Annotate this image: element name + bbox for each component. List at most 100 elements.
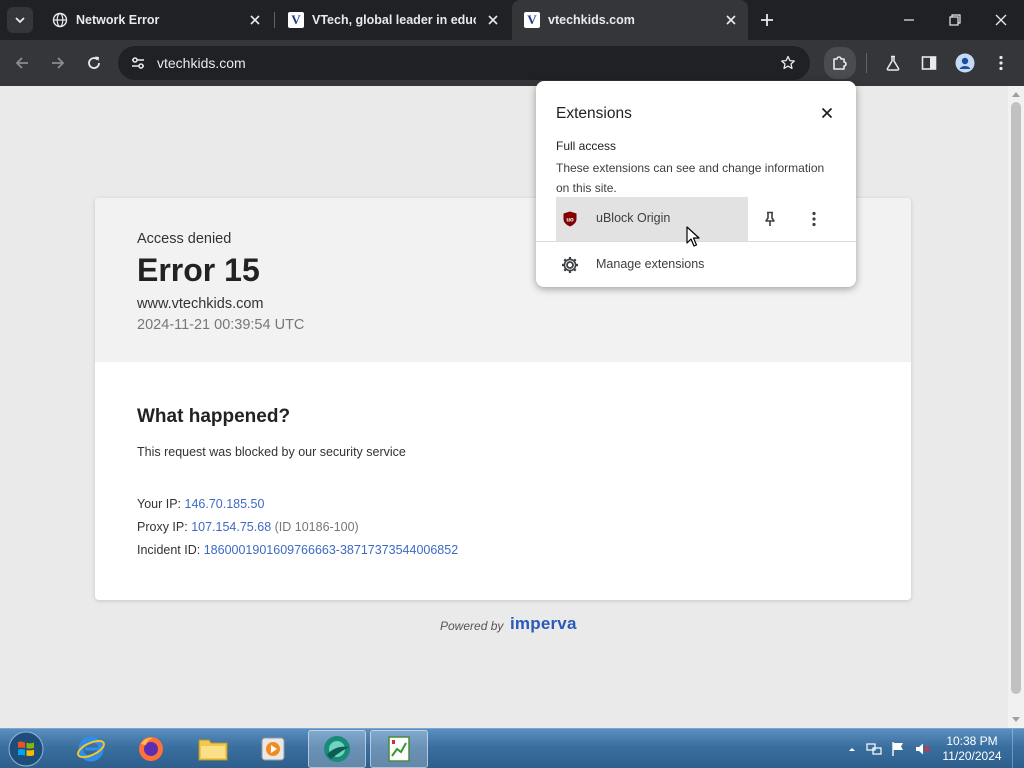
restore-icon bbox=[949, 14, 961, 26]
what-happened-heading: What happened? bbox=[137, 406, 291, 427]
chevron-up-icon bbox=[849, 748, 855, 751]
extensions-popup-title: Extensions bbox=[556, 105, 632, 122]
taskbar-spreadsheet-app[interactable] bbox=[370, 730, 428, 768]
close-tab-icon[interactable] bbox=[246, 11, 264, 29]
back-button[interactable] bbox=[9, 50, 35, 76]
minimize-button[interactable] bbox=[897, 8, 921, 32]
timestamp: 2024-11-21 00:39:54 UTC bbox=[137, 317, 305, 333]
reload-button[interactable] bbox=[81, 50, 107, 76]
proxy-id: (ID 10186-100) bbox=[274, 520, 359, 534]
show-hidden-icons-button[interactable] bbox=[844, 741, 860, 757]
profile-button[interactable] bbox=[952, 50, 978, 76]
tab-network-error[interactable]: Network Error bbox=[40, 0, 272, 40]
extension-item-ublock-origin[interactable]: uo uBlock Origin bbox=[556, 197, 748, 241]
your-ip-row: Your IP: 146.70.185.50 bbox=[137, 497, 264, 511]
close-tab-icon[interactable] bbox=[484, 11, 502, 29]
avatar-icon bbox=[955, 53, 975, 73]
proxy-ip-value: 107.154.75.68 bbox=[191, 520, 272, 534]
pin-icon bbox=[765, 211, 775, 226]
pin-extension-button[interactable] bbox=[758, 207, 782, 231]
page-viewport: Access denied Error 15 www.vtechkids.com… bbox=[0, 86, 1008, 728]
proxy-ip-row: Proxy IP: 107.154.75.68 (ID 10186-100) bbox=[137, 520, 359, 534]
manage-extensions-link[interactable]: Manage extensions bbox=[596, 257, 704, 271]
speaker-muted-icon bbox=[916, 743, 930, 755]
url-text[interactable]: vtechkids.com bbox=[157, 55, 246, 71]
start-button[interactable] bbox=[6, 730, 46, 768]
tab-separator bbox=[274, 12, 275, 28]
restore-button[interactable] bbox=[943, 8, 967, 32]
toolbar-separator bbox=[866, 53, 867, 73]
chevron-down-icon bbox=[15, 17, 25, 24]
forward-button[interactable] bbox=[45, 50, 71, 76]
incident-id-row: Incident ID: 1860001901609766663-3871737… bbox=[137, 543, 458, 557]
browser-app-icon bbox=[324, 736, 350, 762]
clock-time: 10:38 PM bbox=[946, 734, 998, 748]
flag-icon bbox=[892, 742, 903, 756]
taskbar-media-player[interactable] bbox=[244, 730, 302, 768]
extension-name: uBlock Origin bbox=[596, 211, 671, 225]
media-player-icon bbox=[261, 737, 285, 761]
minimize-icon bbox=[904, 19, 914, 21]
extension-more-button[interactable] bbox=[802, 207, 826, 231]
tab-vtech-global[interactable]: V VTech, global leader in educati bbox=[276, 0, 510, 40]
access-denied-label: Access denied bbox=[137, 231, 232, 247]
svg-text:uo: uo bbox=[566, 218, 574, 224]
taskbar-file-explorer[interactable] bbox=[184, 730, 242, 768]
puzzle-icon bbox=[833, 56, 847, 70]
tray-action-center[interactable] bbox=[890, 741, 906, 757]
tab-vtechkids[interactable]: V vtechkids.com bbox=[512, 0, 748, 40]
windows-taskbar: 10:38 PM 11/20/2024 bbox=[0, 728, 1024, 768]
internet-explorer-icon bbox=[77, 736, 105, 762]
mouse-cursor-icon bbox=[686, 226, 700, 247]
windows-logo-icon bbox=[8, 731, 44, 767]
tab-search-button[interactable] bbox=[7, 7, 33, 33]
new-tab-button[interactable] bbox=[757, 10, 777, 30]
powered-by-label: Powered by bbox=[440, 619, 504, 633]
taskbar-firefox[interactable] bbox=[122, 730, 180, 768]
site-info-icon[interactable] bbox=[126, 51, 150, 75]
close-tab-icon[interactable] bbox=[722, 11, 740, 29]
vtech-icon: V bbox=[288, 12, 304, 28]
scroll-thumb[interactable] bbox=[1011, 102, 1021, 694]
scroll-down-arrow[interactable] bbox=[1012, 717, 1020, 722]
proxy-ip-label: Proxy IP: bbox=[137, 520, 188, 534]
tray-network[interactable] bbox=[866, 741, 882, 757]
tray-volume[interactable] bbox=[914, 741, 930, 757]
clock-date: 11/20/2024 bbox=[942, 749, 1002, 763]
tab-title: VTech, global leader in educati bbox=[312, 13, 476, 27]
menu-button[interactable] bbox=[988, 50, 1014, 76]
incident-id-value: 1860001901609766663-38717373544006852 bbox=[203, 543, 459, 557]
labs-button[interactable] bbox=[880, 50, 906, 76]
folder-icon bbox=[198, 739, 228, 761]
extensions-button[interactable] bbox=[824, 47, 856, 79]
side-panel-button[interactable] bbox=[916, 50, 942, 76]
bookmark-star-button[interactable] bbox=[776, 51, 800, 75]
tab-strip: Network Error V VTech, global leader in … bbox=[0, 0, 1024, 40]
page-scrollbar[interactable] bbox=[1008, 86, 1024, 728]
star-icon bbox=[781, 55, 795, 70]
system-clock[interactable]: 10:38 PM 11/20/2024 bbox=[940, 734, 1004, 764]
show-desktop-button[interactable] bbox=[1012, 729, 1024, 768]
firefox-icon bbox=[139, 737, 163, 761]
plus-icon bbox=[761, 14, 773, 26]
error-title: Error 15 bbox=[137, 252, 260, 288]
tab-title: vtechkids.com bbox=[548, 13, 635, 27]
reload-icon bbox=[88, 56, 100, 69]
site-domain: www.vtechkids.com bbox=[137, 296, 264, 312]
full-access-description: These extensions can see and change info… bbox=[556, 161, 825, 195]
close-icon bbox=[995, 14, 1007, 26]
taskbar-internet-explorer[interactable] bbox=[62, 730, 120, 768]
vtech-icon: V bbox=[524, 12, 540, 28]
your-ip-label: Your IP: bbox=[137, 497, 182, 511]
side-panel-icon bbox=[921, 56, 937, 70]
arrow-right-icon bbox=[52, 57, 65, 69]
extensions-close-button[interactable] bbox=[816, 102, 838, 124]
taskbar-chrome-app[interactable] bbox=[308, 730, 366, 768]
gear-icon bbox=[562, 257, 578, 273]
address-bar[interactable]: vtechkids.com bbox=[118, 46, 810, 80]
imperva-logo[interactable]: imperva bbox=[510, 614, 577, 634]
blocked-message: This request was blocked by our security… bbox=[137, 445, 406, 459]
scroll-up-arrow[interactable] bbox=[1012, 92, 1020, 97]
incident-id-label: Incident ID: bbox=[137, 543, 201, 557]
window-close-button[interactable] bbox=[989, 8, 1013, 32]
